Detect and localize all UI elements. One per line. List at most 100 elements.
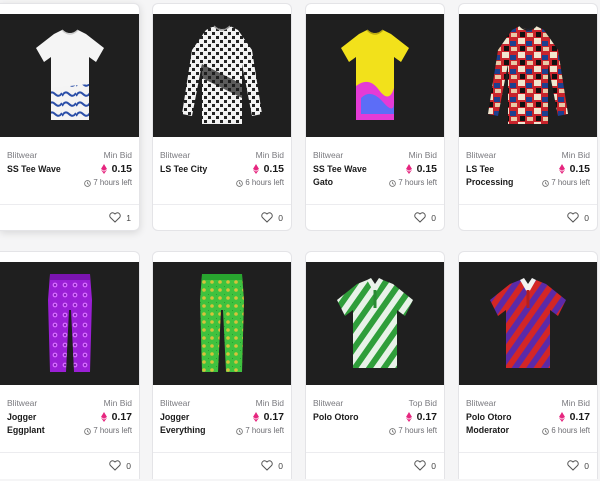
product-name[interactable]: Jogger Everything (160, 411, 224, 437)
divider (306, 204, 444, 205)
product-card[interactable]: Blitwear Top Bid Polo Otoro 0.17 7 hours… (305, 251, 445, 479)
like-count: 0 (584, 460, 589, 471)
product-image[interactable] (306, 262, 444, 385)
heart-icon[interactable] (414, 212, 426, 223)
price: 0.17 (558, 410, 590, 424)
price: 0.15 (558, 162, 590, 176)
product-image[interactable] (459, 262, 597, 385)
time-left-text: 7 hours left (398, 426, 437, 435)
brand-label: Blitwear (466, 150, 497, 160)
product-image[interactable] (0, 262, 139, 385)
bid-label: Min Bid (255, 398, 284, 408)
product-name[interactable]: LS Tee City (160, 163, 224, 176)
like-button[interactable]: 0 (567, 212, 589, 223)
product-image[interactable] (459, 14, 597, 137)
polo-shirt-image (337, 277, 413, 368)
like-count: 0 (584, 212, 589, 223)
heart-icon[interactable] (109, 212, 121, 223)
brand-label: Blitwear (7, 398, 38, 408)
heart-icon[interactable] (567, 460, 579, 471)
time-left-text: 6 hours left (551, 426, 590, 435)
clock-icon (236, 427, 244, 435)
price-value: 0.15 (263, 163, 284, 175)
like-button[interactable]: 0 (109, 460, 131, 471)
like-count: 0 (431, 212, 436, 223)
heart-icon[interactable] (109, 460, 121, 471)
price: 0.17 (100, 410, 132, 424)
like-button[interactable]: 0 (261, 212, 283, 223)
product-name[interactable]: SS Tee Wave (7, 163, 71, 176)
divider (459, 204, 597, 205)
ethereum-icon (252, 164, 259, 174)
ethereum-icon (100, 164, 107, 174)
bid-label: Min Bid (561, 398, 590, 408)
bid-label: Top Bid (408, 398, 437, 408)
product-name[interactable]: LS Tee Processing (466, 163, 530, 189)
jogger-pants-image (200, 273, 244, 372)
heart-icon[interactable] (567, 212, 579, 223)
like-count: 0 (431, 460, 436, 471)
product-card[interactable]: Blitwear Min Bid SS Tee Wave 0.15 7 hour… (0, 3, 140, 231)
price-value: 0.17 (111, 411, 132, 423)
heart-icon[interactable] (261, 212, 273, 223)
price-value: 0.17 (569, 411, 590, 423)
brand-label: Blitwear (160, 398, 191, 408)
divider (306, 452, 444, 453)
like-button[interactable]: 0 (261, 460, 283, 471)
like-count: 0 (278, 212, 283, 223)
time-left-text: 7 hours left (398, 178, 437, 187)
like-button[interactable]: 1 (109, 212, 131, 223)
ethereum-icon (405, 412, 412, 422)
like-button[interactable]: 0 (567, 460, 589, 471)
product-card[interactable]: Blitwear Min Bid Polo Otoro Moderator 0.… (458, 251, 598, 479)
brand-label: Blitwear (160, 150, 191, 160)
time-left-text: 6 hours left (245, 178, 284, 187)
product-name[interactable]: Polo Otoro (313, 411, 377, 424)
long-sleeve-shirt-image (182, 24, 262, 124)
bid-label: Min Bid (103, 398, 132, 408)
bid-label: Min Bid (561, 150, 590, 160)
price: 0.17 (405, 410, 437, 424)
price: 0.15 (405, 162, 437, 176)
divider (0, 452, 139, 453)
product-image[interactable] (0, 14, 139, 137)
divider (153, 204, 291, 205)
time-left: 7 hours left (84, 177, 132, 189)
product-name[interactable]: Polo Otoro Moderator (466, 411, 530, 437)
bid-label: Min Bid (408, 150, 437, 160)
nft-card-grid: Blitwear Min Bid SS Tee Wave 0.15 7 hour… (0, 0, 600, 481)
polo-shirt-image (490, 277, 566, 368)
product-card[interactable]: Blitwear Min Bid Jogger Eggplant 0.17 7 … (0, 251, 140, 479)
heart-icon[interactable] (261, 460, 273, 471)
product-image[interactable] (153, 262, 291, 385)
brand-label: Blitwear (7, 150, 38, 160)
product-card[interactable]: Blitwear Min Bid Jogger Everything 0.17 … (152, 251, 292, 479)
jogger-pants-image (47, 273, 92, 372)
divider (153, 452, 291, 453)
bid-label: Min Bid (103, 150, 132, 160)
product-name[interactable]: SS Tee Wave Gato (313, 163, 377, 189)
heart-icon[interactable] (414, 460, 426, 471)
time-left-text: 7 hours left (245, 426, 284, 435)
time-left: 7 hours left (542, 177, 590, 189)
price: 0.15 (100, 162, 132, 176)
time-left: 7 hours left (84, 425, 132, 437)
product-image[interactable] (153, 14, 291, 137)
price-value: 0.15 (416, 163, 437, 175)
time-left: 6 hours left (542, 425, 590, 437)
like-button[interactable]: 0 (414, 212, 436, 223)
like-button[interactable]: 0 (414, 460, 436, 471)
product-name[interactable]: Jogger Eggplant (7, 411, 71, 437)
price-value: 0.15 (111, 163, 132, 175)
product-card[interactable]: Blitwear Min Bid LS Tee Processing 0.15 … (458, 3, 598, 231)
brand-label: Blitwear (313, 398, 344, 408)
ethereum-icon (558, 412, 565, 422)
like-count: 0 (278, 460, 283, 471)
price-value: 0.17 (263, 411, 284, 423)
product-card[interactable]: Blitwear Min Bid LS Tee City 0.15 6 hour… (152, 3, 292, 231)
tshirt-image (35, 28, 104, 120)
like-count: 1 (126, 212, 131, 223)
time-left: 7 hours left (389, 177, 437, 189)
product-card[interactable]: Blitwear Min Bid SS Tee Wave Gato 0.15 7… (305, 3, 445, 231)
product-image[interactable] (306, 14, 444, 137)
